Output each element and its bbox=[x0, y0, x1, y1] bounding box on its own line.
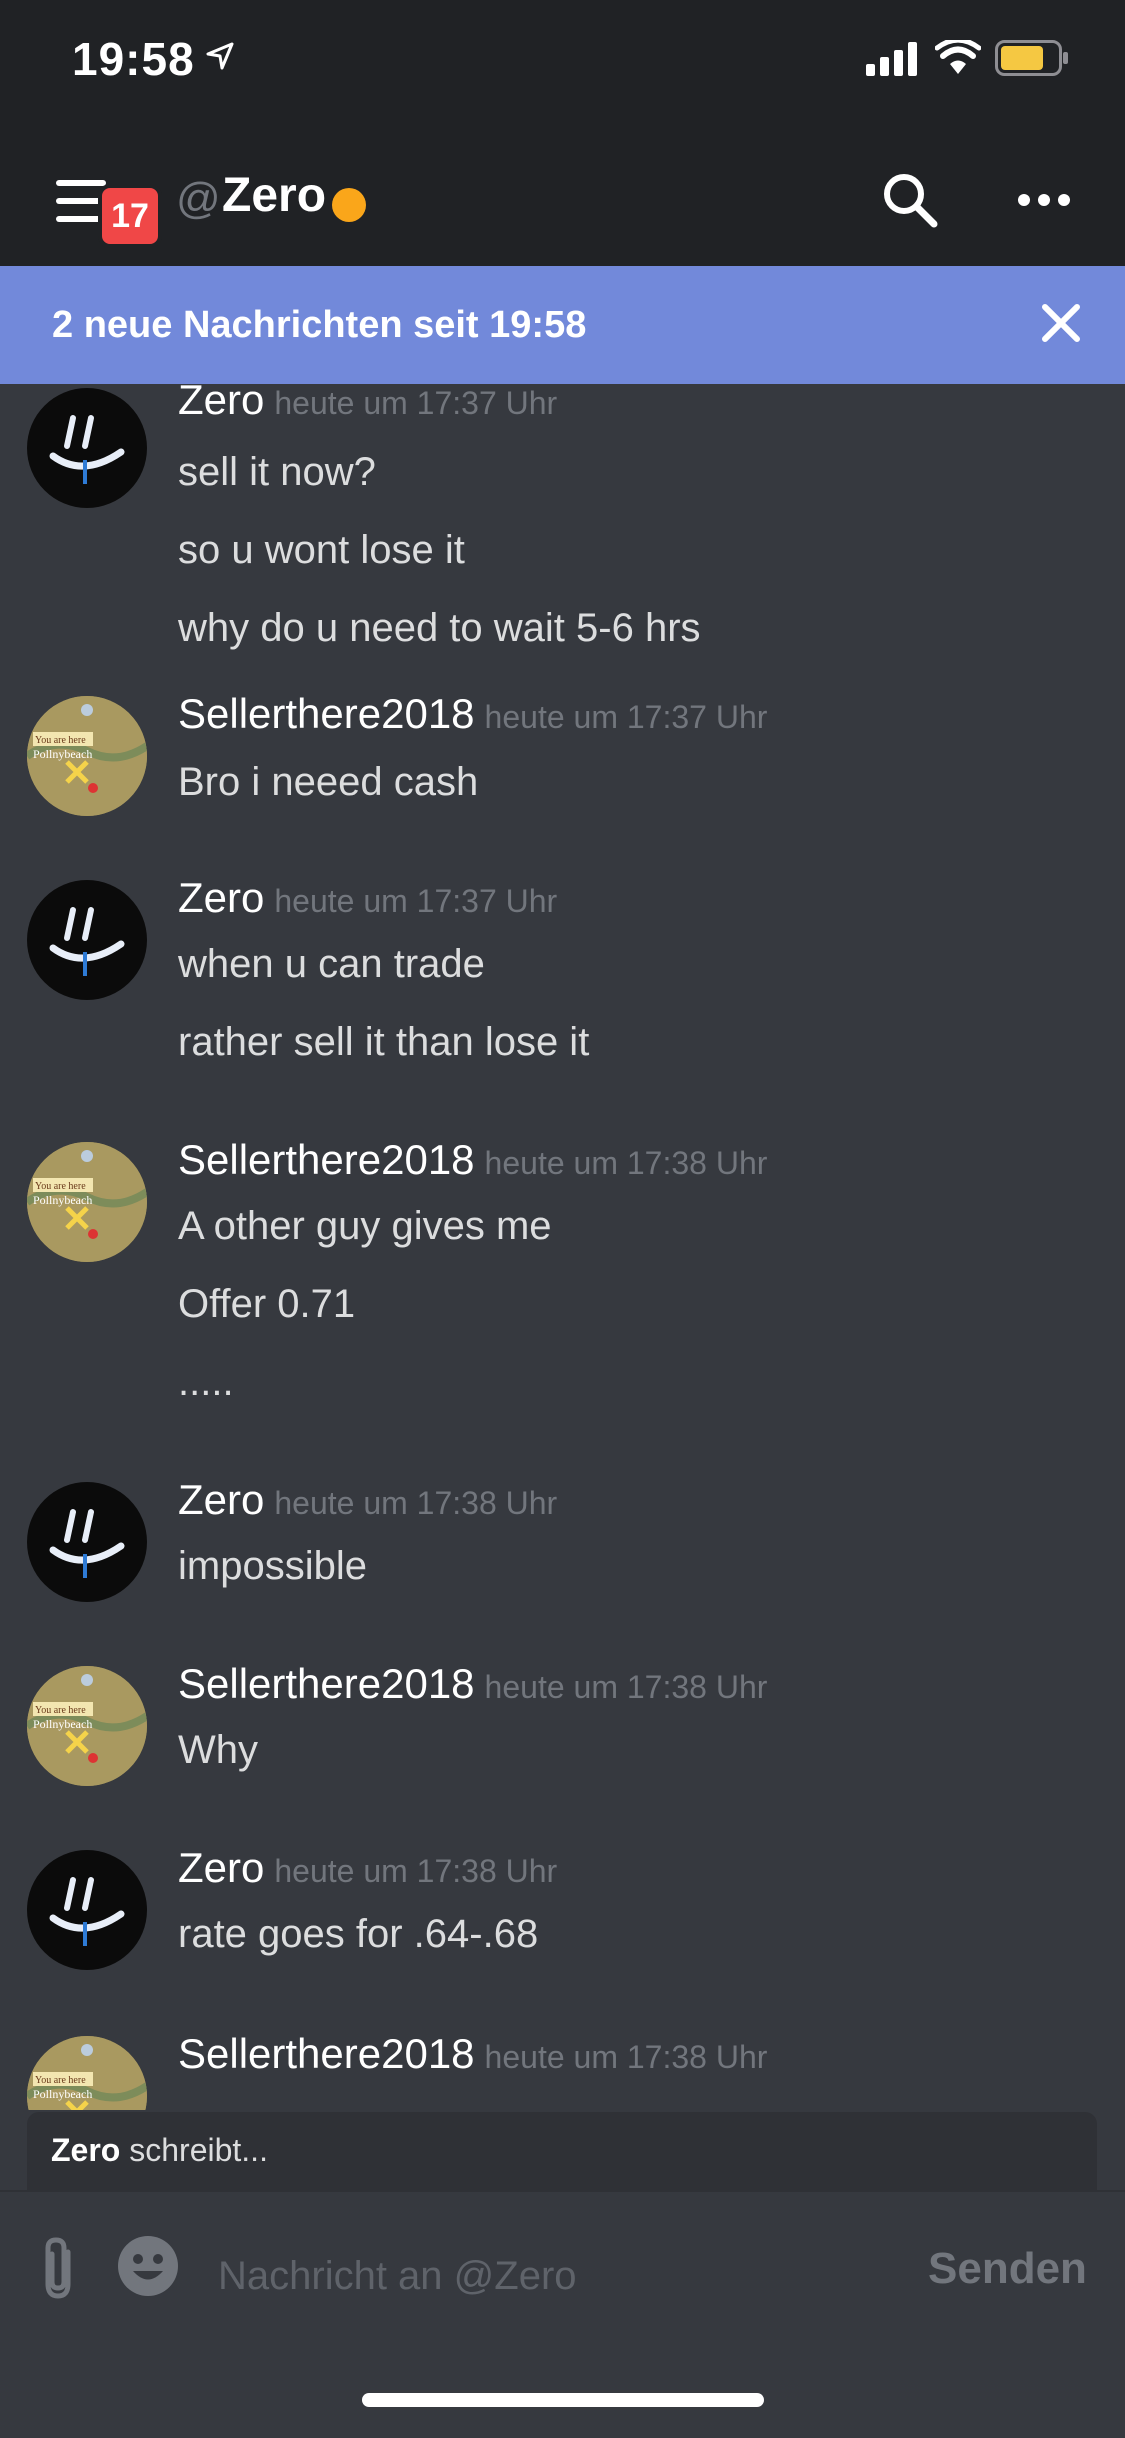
send-button[interactable]: Senden bbox=[928, 2244, 1087, 2294]
signal-icon bbox=[866, 42, 917, 76]
author-name[interactable]: Zero bbox=[178, 1844, 264, 1891]
avatar[interactable]: You are here Pollnybeach bbox=[27, 1666, 147, 1786]
channel-header: 17 @ Zero bbox=[0, 120, 1125, 266]
search-icon[interactable] bbox=[880, 170, 940, 230]
message-author[interactable]: Zero heute um 17:37 Uhr bbox=[178, 874, 557, 922]
typing-user: Zero bbox=[51, 2132, 121, 2168]
message-timestamp: heute um 17:37 Uhr bbox=[484, 699, 768, 735]
message-author[interactable]: Zero heute um 17:38 Uhr bbox=[178, 1844, 557, 1892]
typing-text: schreibt... bbox=[120, 2132, 268, 2168]
avatar[interactable] bbox=[27, 1482, 147, 1602]
seller-avatar-icon: You are herePollnybeach bbox=[27, 2036, 147, 2110]
message-timestamp: heute um 17:38 Uhr bbox=[484, 1669, 768, 1705]
message-author[interactable]: Sellerthere2018 heute um 17:38 Uhr bbox=[178, 1660, 767, 1708]
battery-icon bbox=[995, 40, 1068, 76]
svg-text:Pollnybeach: Pollnybeach bbox=[33, 2087, 92, 2101]
author-name[interactable]: Sellerthere2018 bbox=[178, 690, 475, 737]
avatar[interactable] bbox=[27, 1850, 147, 1970]
svg-text:Pollnybeach: Pollnybeach bbox=[33, 1193, 92, 1207]
message-timestamp: heute um 17:38 Uhr bbox=[274, 1485, 558, 1521]
message-author[interactable]: Sellerthere2018 heute um 17:38 Uhr bbox=[178, 1136, 767, 1184]
emoji-icon[interactable] bbox=[116, 2234, 180, 2298]
unread-badge: 17 bbox=[98, 184, 162, 248]
avatar[interactable]: You are here Pollnybeach bbox=[27, 1142, 147, 1262]
message-text: so u wont lose it bbox=[178, 528, 465, 572]
message-text: Offer 0.71 bbox=[178, 1282, 356, 1326]
message-author[interactable]: Zero heute um 17:37 Uhr bbox=[178, 384, 557, 424]
message-author[interactable]: Sellerthere2018 heute um 17:37 Uhr bbox=[178, 690, 767, 738]
zero-avatar-icon bbox=[49, 1509, 125, 1578]
wifi-icon bbox=[935, 40, 981, 74]
message-text: rate goes for .64-.68 bbox=[178, 1912, 539, 1956]
author-name[interactable]: Zero bbox=[178, 874, 264, 921]
svg-text:Pollnybeach: Pollnybeach bbox=[33, 1717, 92, 1731]
message-timestamp: heute um 17:38 Uhr bbox=[484, 2039, 768, 2075]
typing-indicator: Zero schreibt... bbox=[27, 2112, 1097, 2190]
message-text: sell it now? bbox=[178, 450, 376, 494]
close-icon[interactable] bbox=[1040, 302, 1082, 344]
author-name[interactable]: Sellerthere2018 bbox=[178, 2030, 475, 2077]
svg-text:You are here: You are here bbox=[35, 1181, 86, 1192]
author-name[interactable]: Sellerthere2018 bbox=[178, 1660, 475, 1707]
zero-avatar-icon bbox=[49, 907, 125, 976]
author-name[interactable]: Zero bbox=[178, 1476, 264, 1523]
channel-name[interactable]: Zero bbox=[222, 168, 326, 223]
status-time: 19:58 bbox=[72, 33, 195, 85]
author-name[interactable]: Zero bbox=[178, 384, 264, 423]
new-messages-text: 2 neue Nachrichten seit 19:58 bbox=[52, 304, 587, 346]
presence-dot bbox=[332, 188, 366, 222]
avatar[interactable] bbox=[27, 388, 147, 508]
message-text: why do u need to wait 5-6 hrs bbox=[178, 606, 701, 650]
author-name[interactable]: Sellerthere2018 bbox=[178, 1136, 475, 1183]
svg-text:You are here: You are here bbox=[35, 1705, 86, 1716]
message-text: Bro i neeed cash bbox=[178, 760, 479, 804]
zero-avatar-icon bbox=[49, 415, 125, 484]
svg-text:Pollnybeach: Pollnybeach bbox=[33, 747, 92, 761]
message-timestamp: heute um 17:37 Uhr bbox=[274, 883, 558, 919]
avatar[interactable]: You are here Pollnybeach bbox=[27, 696, 147, 816]
message-text: Why bbox=[178, 1728, 258, 1772]
message-text: when u can trade bbox=[178, 942, 485, 986]
attach-icon[interactable] bbox=[34, 2236, 82, 2302]
message-author[interactable]: Sellerthere2018 heute um 17:38 Uhr bbox=[178, 2030, 767, 2078]
message-list[interactable]: Zero heute um 17:37 Uhr sell it now? so u… bbox=[0, 384, 1125, 2110]
message-text: rather sell it than lose it bbox=[178, 1020, 590, 1064]
seller-avatar-icon: You are herePollnybeach bbox=[27, 1142, 147, 1262]
svg-text:You are here: You are here bbox=[35, 735, 86, 746]
more-icon[interactable] bbox=[1016, 192, 1072, 208]
status-bar: 19:58 bbox=[0, 0, 1125, 120]
message-timestamp: heute um 17:38 Uhr bbox=[484, 1145, 768, 1181]
message-input[interactable] bbox=[216, 2240, 860, 2312]
message-timestamp: heute um 17:37 Uhr bbox=[274, 385, 558, 421]
svg-text:You are here: You are here bbox=[35, 2075, 86, 2086]
zero-avatar-icon bbox=[49, 1877, 125, 1946]
home-indicator[interactable] bbox=[362, 2393, 764, 2407]
at-symbol: @ bbox=[176, 174, 221, 223]
seller-avatar-icon: You are herePollnybeach bbox=[27, 696, 147, 816]
message-text: impossible bbox=[178, 1544, 367, 1588]
seller-avatar-icon: You are herePollnybeach bbox=[27, 1666, 147, 1786]
location-arrow-icon bbox=[206, 42, 234, 70]
message-author[interactable]: Zero heute um 17:38 Uhr bbox=[178, 1476, 557, 1524]
avatar[interactable] bbox=[27, 880, 147, 1000]
new-messages-banner[interactable]: 2 neue Nachrichten seit 19:58 bbox=[0, 266, 1125, 384]
message-timestamp: heute um 17:38 Uhr bbox=[274, 1853, 558, 1889]
message-text: ..... bbox=[178, 1360, 234, 1404]
message-text: A other guy gives me bbox=[178, 1204, 552, 1248]
avatar[interactable]: You are here Pollnybeach bbox=[27, 2036, 147, 2110]
